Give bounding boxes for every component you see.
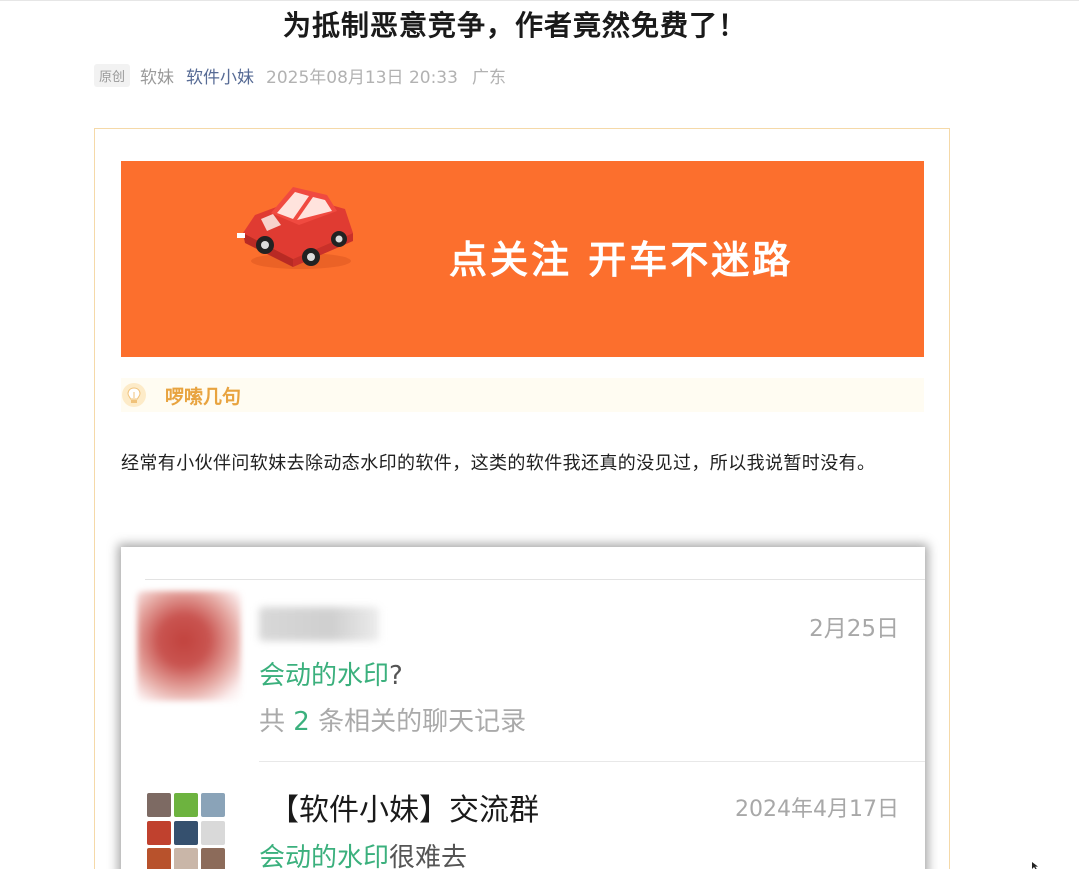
publish-time: 2025年08月13日 20:33 bbox=[266, 67, 458, 88]
result-date: 2月25日 bbox=[809, 616, 899, 642]
original-badge: 原创 bbox=[94, 63, 131, 87]
article-title: 为抵制恶意竞争，作者竟然免费了！ bbox=[282, 9, 747, 42]
count-prefix: 共 bbox=[259, 707, 286, 737]
blurred-contact-name bbox=[259, 607, 379, 641]
message-suffix: ? bbox=[389, 661, 403, 691]
cursor-icon bbox=[1032, 862, 1038, 869]
result-message: 会动的水印? bbox=[259, 655, 403, 692]
message-suffix: 很难去 bbox=[389, 843, 468, 869]
divider bbox=[145, 579, 925, 580]
lightbulb-icon bbox=[122, 383, 146, 407]
article-meta: 原创 软妹 软件小妹 2025年08月13日 20:33 广东 bbox=[94, 60, 506, 90]
match-highlight: 会动的水印 bbox=[259, 843, 390, 869]
count-number: 2 bbox=[293, 707, 310, 737]
intro-paragraph: 经常有小伙伴问软妹去除动态水印的软件，这类的软件我还真的没见过，所以我说暂时没有… bbox=[121, 453, 876, 474]
divider bbox=[259, 761, 925, 762]
article-content: 点关注 开车不迷路 啰嗦几句 经常有小伙伴问软妹去除动态水印的软件，这类的软件我… bbox=[94, 128, 950, 869]
top-divider bbox=[0, 0, 1079, 1]
red-car-icon bbox=[237, 187, 353, 269]
group-avatar bbox=[147, 793, 227, 869]
group-title: 【软件小妹】交流群 bbox=[269, 793, 539, 828]
banner-slogan: 点关注 开车不迷路 bbox=[449, 238, 794, 282]
match-highlight: 会动的水印 bbox=[259, 661, 390, 691]
section-heading-text: 啰嗦几句 bbox=[165, 385, 242, 408]
result-count: 共 2 条相关的聊天记录 bbox=[259, 701, 526, 738]
author-name: 软妹 bbox=[140, 67, 175, 88]
count-suffix: 条相关的聊天记录 bbox=[318, 707, 527, 737]
result-date: 2024年4月17日 bbox=[735, 797, 899, 822]
result-message: 会动的水印很难去 bbox=[259, 837, 467, 869]
account-link[interactable]: 软件小妹 bbox=[186, 63, 254, 88]
section-heading: 啰嗦几句 bbox=[121, 378, 924, 412]
publish-location: 广东 bbox=[471, 67, 506, 88]
follow-banner[interactable]: 点关注 开车不迷路 bbox=[121, 161, 924, 357]
chat-search-screenshot: 2月25日 会动的水印? 共 2 条相关的聊天记录 【软件小妹】交流群 2024… bbox=[121, 547, 925, 869]
blurred-avatar bbox=[137, 591, 241, 701]
